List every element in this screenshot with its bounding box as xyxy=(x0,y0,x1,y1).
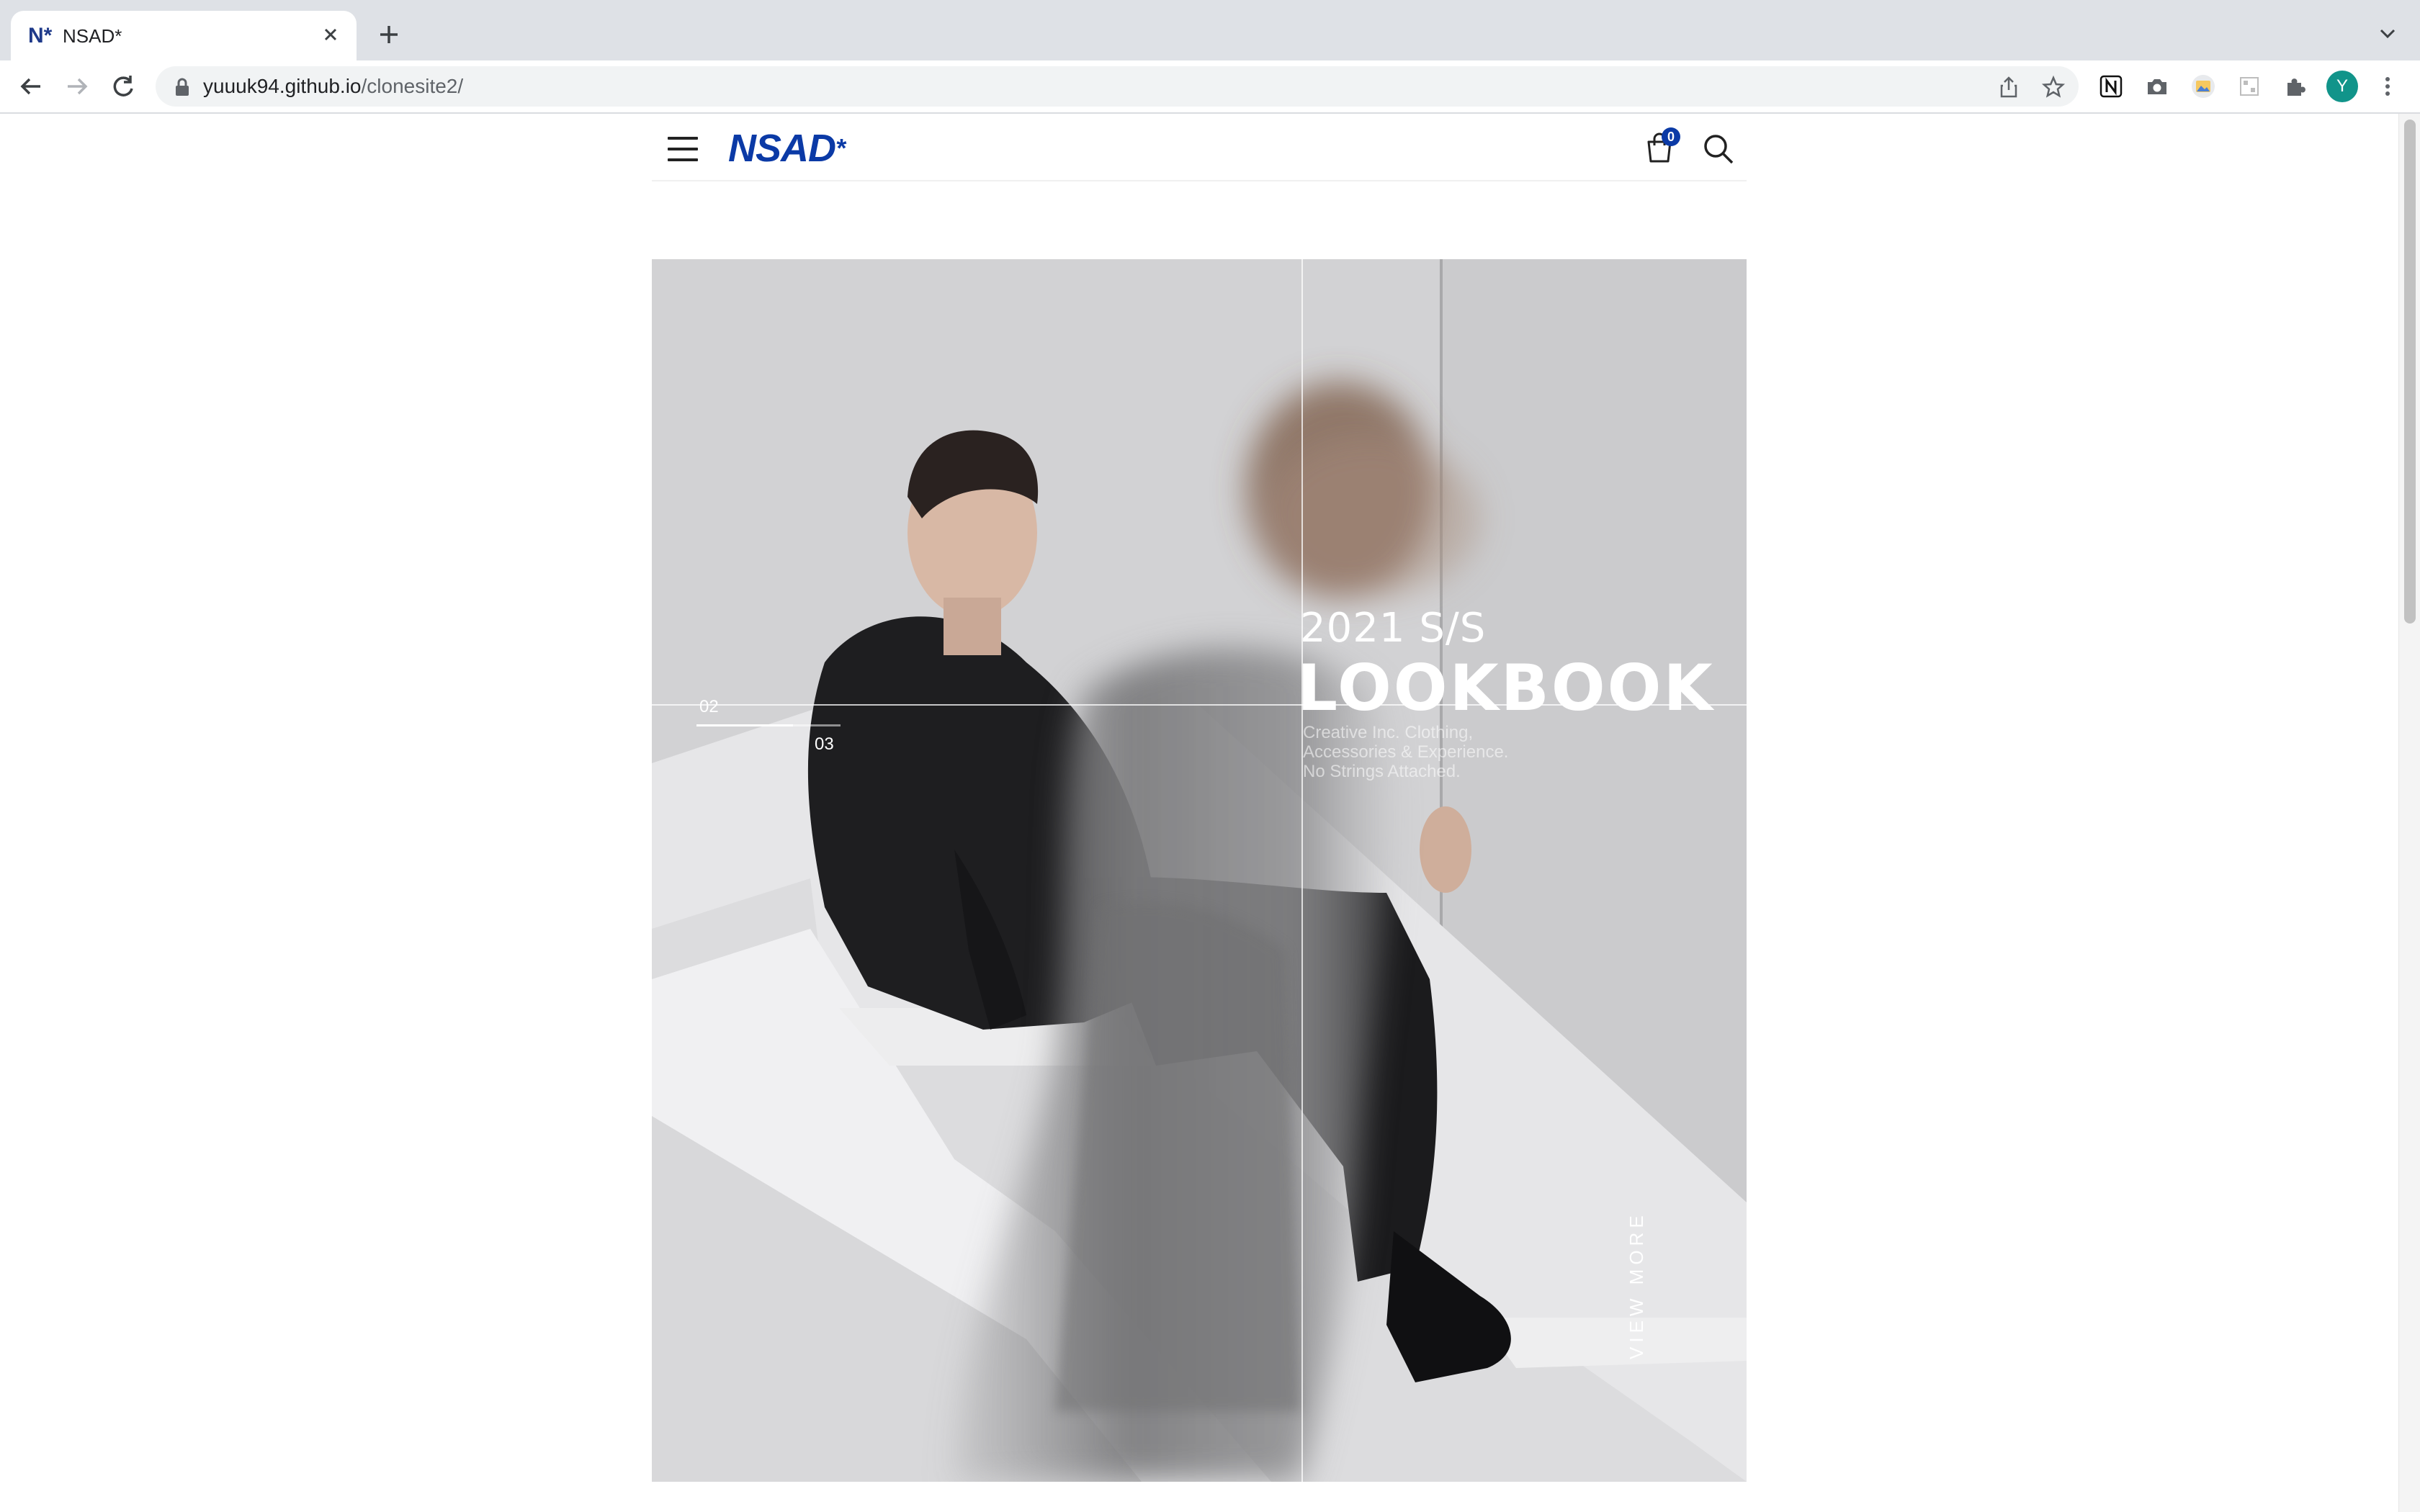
chevron-down-icon[interactable] xyxy=(2377,23,2398,45)
slide-progress-fill xyxy=(696,724,793,726)
close-tab-icon[interactable] xyxy=(318,22,344,48)
tagline-line: Creative Inc. Clothing, xyxy=(1303,723,1474,742)
cart-count-badge: 0 xyxy=(1662,127,1680,146)
profile-avatar[interactable]: Y xyxy=(2326,71,2358,102)
tab-strip: N* NSAD* xyxy=(0,0,2420,60)
notion-icon[interactable] xyxy=(2099,74,2123,99)
lock-icon[interactable] xyxy=(174,78,190,96)
qr-extension-icon[interactable] xyxy=(2237,74,2262,99)
hero-tagline: Creative Inc. Clothing, Accessories & Ex… xyxy=(1303,723,1548,781)
hero-lookbook-slide[interactable]: 02 03 2021 S/S LOOKBOOK Creative Inc. Cl… xyxy=(652,259,1747,1482)
scrollbar-thumb[interactable] xyxy=(2404,120,2416,624)
hero-title: LOOKBOOK xyxy=(1297,651,1715,725)
slide-progress-bar xyxy=(696,724,841,726)
site-header: NSAD* 0 xyxy=(652,114,1747,181)
new-tab-icon[interactable] xyxy=(374,19,404,50)
menu-icon[interactable] xyxy=(668,137,698,161)
hero-season: 2021 S/S xyxy=(1300,605,1487,652)
back-icon[interactable] xyxy=(16,71,46,102)
share-icon[interactable] xyxy=(1996,75,2021,99)
page-viewport: NSAD* 0 02 03 2021 S/S LOOKBOOK Creative… xyxy=(0,114,2398,1512)
tagline-line: No Strings Attached. xyxy=(1303,762,1461,781)
reload-icon[interactable] xyxy=(108,71,138,102)
site-logo[interactable]: NSAD* xyxy=(728,127,846,170)
camera-icon[interactable] xyxy=(2145,74,2169,99)
view-more-link[interactable]: VIEW MORE xyxy=(1626,1211,1648,1359)
slide-total-index: 03 xyxy=(815,734,834,754)
browser-toolbar: yuuuk94.github.io/clonesite2/ Y xyxy=(0,60,2420,114)
favicon-icon: N* xyxy=(28,24,53,48)
browser-tab[interactable]: N* NSAD* xyxy=(11,11,357,60)
hero-photo xyxy=(652,259,1747,1482)
star-icon[interactable] xyxy=(2041,75,2066,99)
slide-current-index: 02 xyxy=(699,697,719,716)
image-icon[interactable] xyxy=(2191,74,2215,99)
search-icon[interactable] xyxy=(1700,131,1736,167)
forward-icon[interactable] xyxy=(62,71,92,102)
grid-line-vertical xyxy=(1301,259,1303,1482)
tagline-line: Accessories & Experience. xyxy=(1303,742,1509,762)
page-scrollbar[interactable] xyxy=(2398,114,2420,1512)
url-text[interactable]: yuuuk94.github.io/clonesite2/ xyxy=(203,66,463,107)
tab-title: NSAD* xyxy=(63,25,122,47)
kebab-menu-icon[interactable] xyxy=(2375,74,2400,99)
address-bar[interactable]: yuuuk94.github.io/clonesite2/ xyxy=(156,66,2079,107)
puzzle-icon[interactable] xyxy=(2283,74,2308,99)
